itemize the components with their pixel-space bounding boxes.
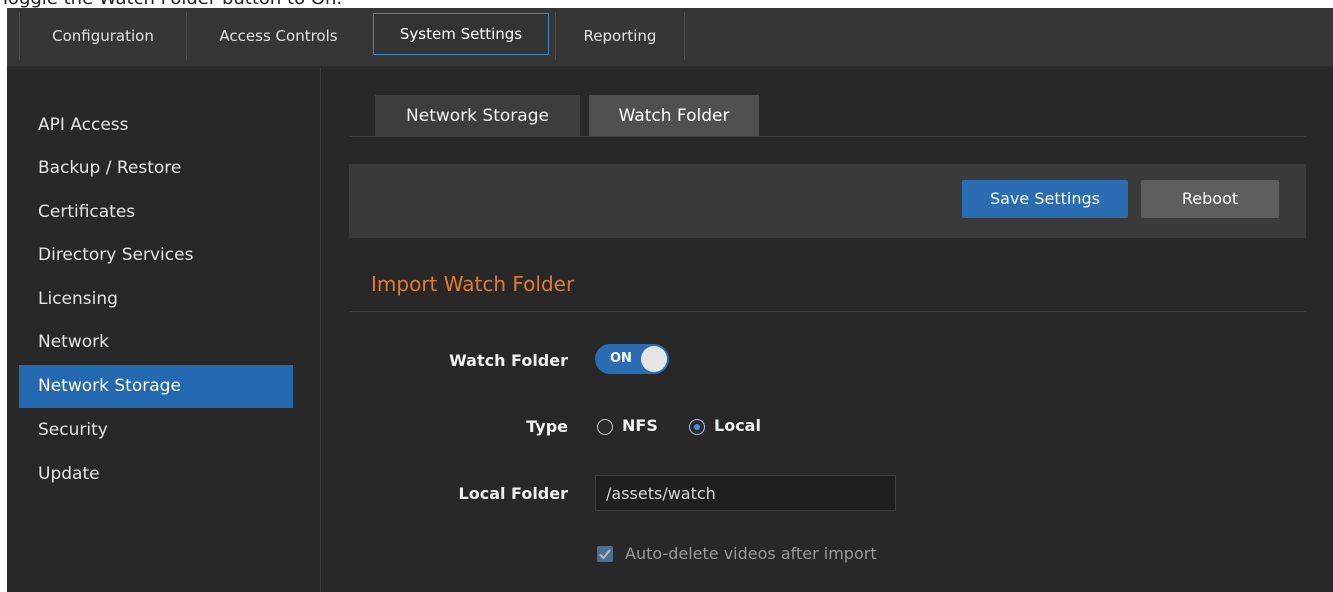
instruction-caption: Toggle the Watch Folder button to On.: [0, 0, 342, 9]
radio-nfs-label[interactable]: NFS: [622, 416, 658, 435]
radio-nfs[interactable]: [597, 419, 613, 435]
auto-delete-checkbox[interactable]: [597, 546, 613, 562]
checkmark-icon: [599, 549, 611, 560]
watch-folder-label: Watch Folder: [449, 351, 568, 370]
sidebar: API Access Backup / Restore Certificates…: [7, 68, 321, 592]
sidebar-item-network-storage[interactable]: Network Storage: [19, 365, 293, 408]
subtabs-divider: [349, 136, 1306, 137]
app-window: Configuration Access Controls System Set…: [7, 8, 1333, 592]
section-divider: [349, 311, 1306, 312]
local-folder-input[interactable]: [595, 475, 896, 511]
tab-access-controls[interactable]: Access Controls: [186, 12, 370, 60]
top-nav: Configuration Access Controls System Set…: [7, 8, 1333, 68]
radio-local-label[interactable]: Local: [714, 416, 761, 435]
type-label: Type: [526, 417, 568, 436]
reboot-button[interactable]: Reboot: [1141, 180, 1279, 218]
tab-configuration[interactable]: Configuration: [19, 12, 186, 60]
subtab-watch-folder[interactable]: Watch Folder: [589, 95, 759, 137]
sidebar-item-certificates[interactable]: Certificates: [19, 191, 293, 234]
local-folder-label: Local Folder: [458, 484, 568, 503]
sidebar-item-directory-services[interactable]: Directory Services: [19, 234, 293, 277]
subtab-network-storage[interactable]: Network Storage: [375, 95, 580, 137]
save-settings-button[interactable]: Save Settings: [962, 180, 1128, 218]
tab-reporting[interactable]: Reporting: [555, 12, 685, 60]
sidebar-item-api-access[interactable]: API Access: [19, 104, 293, 147]
auto-delete-label[interactable]: Auto-delete videos after import: [625, 544, 877, 563]
tab-system-settings[interactable]: System Settings: [373, 13, 549, 55]
section-title: Import Watch Folder: [371, 272, 575, 296]
settings-toolbar: Save Settings Reboot: [349, 164, 1306, 238]
toggle-state-label: ON: [610, 351, 632, 366]
toggle-knob: [641, 346, 667, 372]
radio-local[interactable]: [689, 419, 705, 435]
sidebar-item-backup-restore[interactable]: Backup / Restore: [19, 147, 293, 190]
watch-folder-toggle[interactable]: ON: [595, 344, 669, 374]
sidebar-item-licensing[interactable]: Licensing: [19, 278, 293, 321]
